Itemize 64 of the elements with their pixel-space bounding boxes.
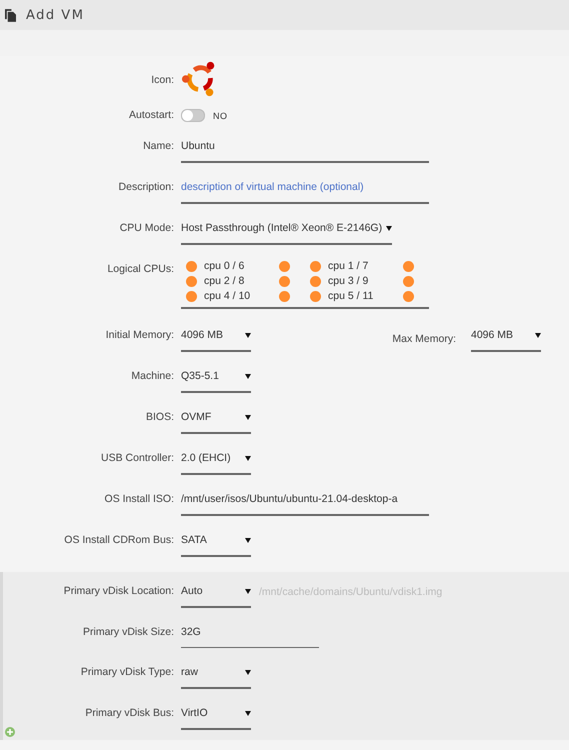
cpu-checkbox[interactable] xyxy=(403,290,414,302)
text-field[interactable]: /mnt/user/isos/Ubuntu/ubuntu-21.04-desktop-a xyxy=(181,490,429,516)
cpu-checkbox[interactable] xyxy=(403,260,414,272)
cpu-checkbox[interactable] xyxy=(186,260,197,272)
cpu-checkbox[interactable] xyxy=(403,276,414,286)
dropdown[interactable]: raw xyxy=(181,663,251,689)
page-title: Add VM xyxy=(26,8,84,22)
cpu-checkbox[interactable] xyxy=(279,290,290,302)
dropdown[interactable]: SATA xyxy=(181,531,251,557)
dropdown[interactable]: OVMF xyxy=(181,408,251,434)
dropdown[interactable]: Q35-5.1 xyxy=(181,367,251,393)
caret-icon xyxy=(245,710,251,716)
field-label: CPU Mode: xyxy=(118,221,175,236)
field-label: BIOS: xyxy=(144,410,175,425)
copy-icon xyxy=(5,8,16,22)
field-label: Primary vDisk Size: xyxy=(82,625,175,640)
dropdown[interactable]: Auto xyxy=(181,582,251,608)
field-label: Primary vDisk Type: xyxy=(80,665,175,680)
dropdown[interactable]: 4096 MB xyxy=(471,326,541,352)
field-label: USB Controller: xyxy=(100,451,175,466)
cpu-checkbox[interactable] xyxy=(310,290,321,302)
caret-icon xyxy=(245,373,251,379)
dropdown[interactable]: 2.0 (EHCI) xyxy=(181,449,251,475)
cpu-checkbox[interactable] xyxy=(310,260,321,272)
caret-icon xyxy=(245,455,251,461)
field-label: Machine: xyxy=(130,369,175,384)
text-field[interactable]: description of virtual machine (optional) xyxy=(181,178,429,204)
toggle-state: NO xyxy=(213,110,228,120)
cpu-label: cpu 0 / 6 xyxy=(203,260,246,272)
cpu-label: cpu 1 / 7 xyxy=(327,260,370,272)
caret-icon xyxy=(535,332,541,338)
field-label: Initial Memory: xyxy=(104,328,175,343)
caret-icon xyxy=(245,537,251,543)
field-label: OS Install ISO: xyxy=(104,492,175,507)
field-label: OS Install CDRom Bus: xyxy=(63,533,175,548)
cpu-checkbox[interactable] xyxy=(279,260,290,272)
cpu-checkbox[interactable] xyxy=(186,290,197,302)
dropdown[interactable]: Host Passthrough (Intel® Xeon® E-2146G) xyxy=(181,219,392,245)
dropdown[interactable]: 4096 MB xyxy=(181,326,251,352)
caret-icon xyxy=(245,588,251,594)
field-label: Logical CPUs: xyxy=(106,262,175,277)
field-label: Max Memory: xyxy=(391,332,457,347)
cpu-checkbox[interactable] xyxy=(310,276,321,286)
cpu-checkbox[interactable] xyxy=(186,276,197,286)
cpu-label: cpu 2 / 8 xyxy=(203,275,246,287)
cpu-label: cpu 4 / 10 xyxy=(203,290,252,302)
field-label: Name: xyxy=(142,139,175,154)
field-label: Primary vDisk Bus: xyxy=(84,706,175,721)
text-field[interactable]: Ubuntu xyxy=(181,137,429,163)
field-label: Description: xyxy=(118,180,175,195)
text-field[interactable]: 32G xyxy=(181,623,319,648)
caret-icon xyxy=(245,669,251,675)
dropdown[interactable]: VirtIO xyxy=(181,704,251,730)
cpu-label: cpu 3 / 9 xyxy=(327,275,370,287)
field-label: Primary vDisk Location: xyxy=(62,584,175,599)
caret-icon xyxy=(245,332,251,338)
cpu-label: cpu 5 / 11 xyxy=(327,290,374,302)
field-label: Icon: xyxy=(150,73,175,88)
field-label: Autostart: xyxy=(128,108,175,123)
caret-icon xyxy=(245,414,251,420)
autostart-toggle[interactable] xyxy=(181,109,205,122)
add-icon[interactable] xyxy=(5,727,15,737)
caret-icon xyxy=(386,225,392,231)
cpu-checkbox[interactable] xyxy=(279,276,290,286)
